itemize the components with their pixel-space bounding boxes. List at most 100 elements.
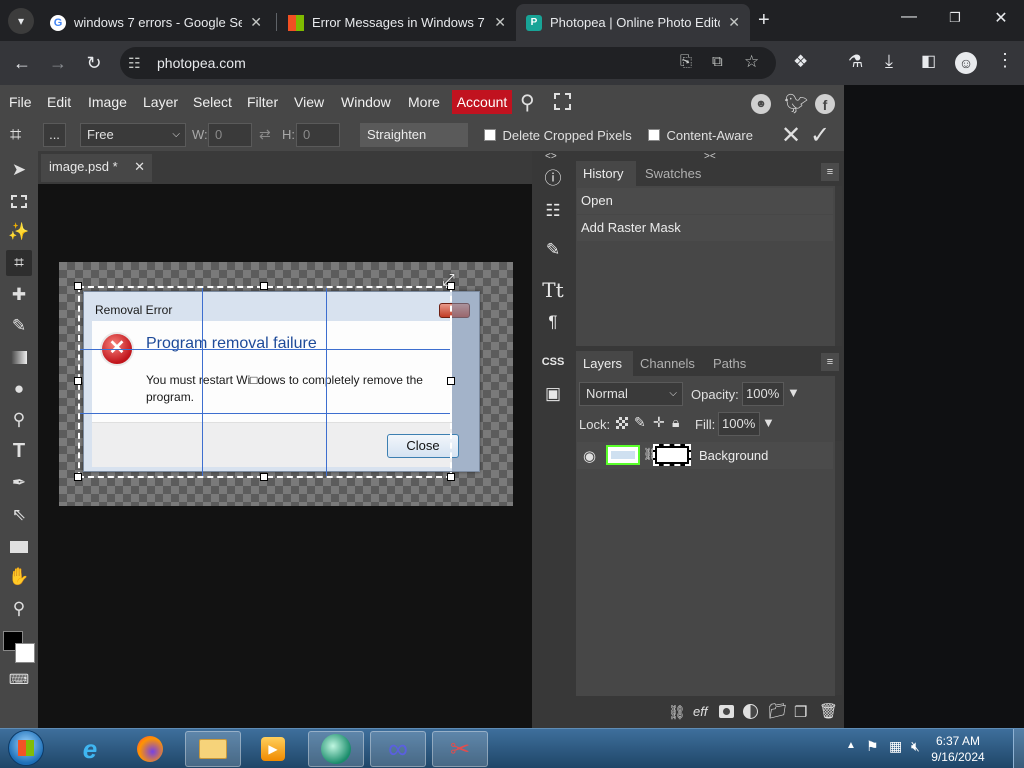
start-button[interactable] <box>8 730 44 766</box>
delete-cropped-checkbox[interactable] <box>484 129 496 141</box>
adjustments-icon[interactable]: ☷ <box>541 199 565 223</box>
layer-thumbnail[interactable] <box>606 445 640 465</box>
reload-icon[interactable]: ↻ <box>81 50 107 76</box>
healing-tool-icon[interactable]: ✚ <box>6 282 32 308</box>
tab-layers[interactable]: Layers <box>583 356 622 371</box>
crop-handle-bottom-left[interactable] <box>74 473 82 481</box>
crop-handle-bottom[interactable] <box>260 473 268 481</box>
paragraph-icon[interactable]: ¶ <box>541 310 565 334</box>
layer-name[interactable]: Background <box>699 448 768 463</box>
collapse-arrows-icon[interactable]: >< <box>704 151 716 162</box>
tab-close-icon[interactable]: ✕ <box>250 14 262 31</box>
link-layers-icon[interactable]: ⛓︎ <box>668 704 686 721</box>
content-aware-checkbox[interactable] <box>648 129 660 141</box>
minimize-icon[interactable]: — <box>894 8 924 26</box>
site-settings-icon[interactable]: ☷ <box>128 55 141 72</box>
layers-scrollbar[interactable] <box>835 441 842 695</box>
background-color-swatch[interactable] <box>15 643 35 663</box>
menu-more[interactable]: More <box>408 94 440 110</box>
network-icon[interactable]: ▦ <box>889 738 902 755</box>
adjustment-layer-icon[interactable] <box>743 704 758 719</box>
cancel-crop-icon[interactable]: ✕ <box>781 121 801 150</box>
search-icon[interactable]: ⚲ <box>520 90 535 115</box>
menu-window[interactable]: Window <box>341 94 391 110</box>
taskbar-ie-icon[interactable]: e <box>62 731 118 767</box>
delete-layer-trash-icon[interactable]: 🗑︎ <box>819 702 838 720</box>
tab-channels[interactable]: Channels <box>640 356 695 371</box>
opacity-input[interactable]: 100% <box>742 382 784 406</box>
side-panel-icon[interactable]: ◧ <box>921 51 936 71</box>
new-tab-button[interactable]: + <box>758 9 770 32</box>
crop-presets-button[interactable]: ... <box>43 123 66 147</box>
magic-wand-tool-icon[interactable]: ✨ <box>6 219 32 245</box>
reddit-icon[interactable]: ☻ <box>751 94 771 114</box>
type-tool-icon[interactable]: T <box>6 438 32 464</box>
brush-tool-icon[interactable]: ✎ <box>6 313 32 339</box>
panel-menu-icon[interactable]: ≡ <box>821 353 839 371</box>
width-input[interactable]: 0 <box>208 123 252 147</box>
rectangle-tool-icon[interactable] <box>6 533 32 559</box>
crop-tool-button-icon[interactable]: ⌗ <box>6 250 32 276</box>
gradient-tool-icon[interactable] <box>6 344 32 370</box>
pen-tool-icon[interactable]: ✒ <box>6 470 32 496</box>
fullscreen-icon[interactable] <box>554 93 571 110</box>
crop-handle-top[interactable] <box>260 282 268 290</box>
tab-close-icon[interactable]: ✕ <box>728 14 740 31</box>
image-icon[interactable]: ▣ <box>541 382 565 406</box>
commit-crop-icon[interactable]: ✓ <box>810 121 830 150</box>
move-tool-icon[interactable]: ➤ <box>6 157 32 183</box>
new-layer-icon[interactable]: ❐ <box>794 703 807 721</box>
facebook-icon[interactable]: f <box>815 94 835 114</box>
browser-tab-google[interactable]: G windows 7 errors - Google Sea ✕ <box>40 4 272 41</box>
character-icon[interactable]: Tt <box>541 278 565 302</box>
info-icon[interactable]: ⓘ <box>541 167 565 191</box>
crop-handle-left[interactable] <box>74 377 82 385</box>
menu-image[interactable]: Image <box>88 94 127 110</box>
tab-paths[interactable]: Paths <box>713 356 746 371</box>
fill-dropdown-icon[interactable]: ▼ <box>762 415 775 430</box>
dodge-tool-icon[interactable]: ⚲ <box>6 407 32 433</box>
volume-muted-icon[interactable]: 🔇︎ <box>911 738 920 755</box>
back-arrow-icon[interactable]: ← <box>9 50 35 76</box>
swap-dimensions-icon[interactable]: ⇄ <box>259 126 271 143</box>
restore-icon[interactable]: ❐ <box>940 10 970 26</box>
taskbar-media-app-icon[interactable] <box>308 731 364 767</box>
menu-file[interactable]: File <box>9 94 32 110</box>
forward-arrow-icon[interactable]: → <box>45 50 71 76</box>
crop-handle-top-left[interactable] <box>74 282 82 290</box>
visibility-eye-icon[interactable]: ◉ <box>583 447 596 465</box>
layer-mask-thumbnail[interactable] <box>653 444 691 466</box>
height-input[interactable]: 0 <box>296 123 340 147</box>
window-close-icon[interactable]: ✕ <box>986 8 1016 28</box>
bookmark-star-icon[interactable]: ☆ <box>744 52 759 72</box>
taskbar-media-player-icon[interactable]: ▶ <box>245 731 301 767</box>
document-tab[interactable]: image.psd * ✕ <box>41 154 152 182</box>
blur-tool-icon[interactable]: ● <box>6 376 32 402</box>
download-icon[interactable]: ⤓ <box>885 51 893 72</box>
keyboard-icon[interactable]: ⌨ <box>6 666 32 692</box>
taskbar-infinity-app-icon[interactable]: ∞ <box>370 731 426 767</box>
tab-close-icon[interactable]: ✕ <box>494 14 506 31</box>
collapse-arrows-icon[interactable]: <> <box>545 151 557 162</box>
tab-swatches[interactable]: Swatches <box>645 166 701 181</box>
history-item[interactable]: Add Raster Mask <box>577 215 833 241</box>
taskbar-clock[interactable]: 6:37 AM 9/16/2024 <box>928 733 988 765</box>
crop-handle-bottom-right[interactable] <box>447 473 455 481</box>
chrome-menu-icon[interactable]: ⋮ <box>996 50 1014 71</box>
menu-filter[interactable]: Filter <box>247 94 278 110</box>
lock-pixels-icon[interactable]: ✎ <box>634 414 646 431</box>
taskbar-explorer-icon[interactable] <box>185 731 241 767</box>
brush-icon[interactable]: ✎ <box>541 238 565 262</box>
layer-effects-icon[interactable]: eff <box>693 704 707 719</box>
panel-menu-icon[interactable]: ≡ <box>821 163 839 181</box>
css-icon[interactable]: CSS <box>541 350 565 374</box>
fill-input[interactable]: 100% <box>718 412 760 436</box>
url-text[interactable]: photopea.com <box>157 55 246 71</box>
path-select-tool-icon[interactable]: ⇖ <box>6 502 32 528</box>
show-desktop-button[interactable] <box>1013 729 1024 768</box>
history-scrollbar[interactable] <box>835 186 842 346</box>
labs-flask-icon[interactable]: ⚗ <box>848 52 863 72</box>
lock-transparency-icon[interactable] <box>616 417 628 429</box>
account-button[interactable]: Account <box>452 90 512 114</box>
action-center-flag-icon[interactable]: ⚑ <box>866 738 879 755</box>
